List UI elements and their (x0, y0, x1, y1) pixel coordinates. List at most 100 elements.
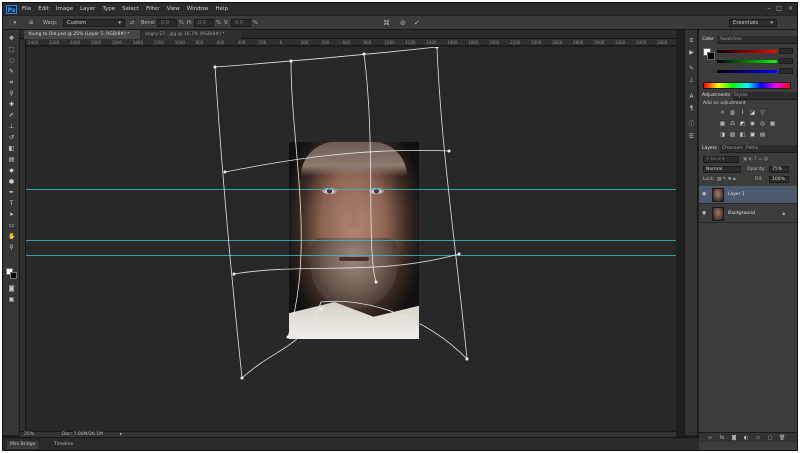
invert-icon[interactable]: ◨ (719, 132, 726, 138)
tab-swatches[interactable]: Swatches (717, 36, 745, 44)
properties-panel-icon[interactable]: ☰ (688, 134, 695, 140)
commit-check-icon[interactable]: ✓ (414, 19, 420, 28)
actions-panel-icon[interactable]: ▶ (688, 50, 695, 56)
bend-field[interactable]: 0.0 (157, 19, 177, 27)
marquee-tool-icon[interactable]: ⬚ (8, 47, 15, 53)
horizontal-ruler[interactable]: 2400 2200 2000 1800 1600 1400 1200 1000 800 600 40… (26, 39, 676, 46)
dodge-tool-icon[interactable]: ● (8, 179, 15, 185)
menu-type[interactable]: Type (102, 6, 115, 12)
reference-point-icon[interactable]: ⌘ (383, 19, 390, 28)
brush-tool-icon[interactable]: ✐ (8, 113, 15, 119)
lock-icons[interactable]: ▨ ✎ ✥ 🔒︎ (717, 176, 735, 183)
path-selection-tool-icon[interactable]: ➤ (8, 212, 15, 218)
exposure-icon[interactable]: ◪ (749, 110, 756, 116)
menu-layer[interactable]: Layer (80, 6, 95, 12)
tab-angry[interactable]: angry-27...jpg @ 16.7% (RGB/8#) * (141, 30, 241, 39)
hue-saturation-icon[interactable]: ▦ (719, 121, 726, 127)
document-canvas[interactable] (26, 47, 676, 431)
layer-filter-icons[interactable]: ▣ ◐ T ▭ ▤ (743, 156, 768, 163)
threshold-icon[interactable]: ◧ (739, 132, 746, 138)
red-slider[interactable] (717, 50, 777, 53)
brush-panel-icon[interactable]: ✎ (688, 66, 695, 72)
minimize-icon[interactable]: – (767, 5, 770, 12)
visibility-eye-icon[interactable]: ◉ (702, 211, 707, 216)
warp-grid-icon[interactable]: ⊞ (29, 19, 33, 28)
menu-image[interactable]: Image (56, 6, 73, 12)
tab-color[interactable]: Color (699, 36, 717, 44)
color-ramp[interactable] (703, 82, 791, 89)
tab-mini-bridge[interactable]: Mini Bridge (7, 441, 39, 449)
lasso-tool-icon[interactable]: ◌ (8, 58, 15, 64)
levels-icon[interactable]: ▥ (729, 110, 736, 116)
pen-tool-icon[interactable]: ✒ (8, 190, 15, 196)
eraser-tool-icon[interactable]: ◧ (8, 146, 15, 152)
new-layer-icon[interactable]: ▢ (767, 435, 773, 441)
clone-source-panel-icon[interactable]: ⊥ (688, 78, 695, 84)
paragraph-panel-icon[interactable]: ¶ (688, 106, 695, 112)
h-distortion-field[interactable]: 0.0 (194, 19, 214, 27)
tab-styles[interactable]: Styles (731, 92, 751, 100)
blue-slider[interactable] (717, 70, 777, 73)
background-color-swatch[interactable] (10, 272, 17, 279)
move-tool-icon[interactable]: ✥ (8, 36, 15, 42)
screen-mode-icon[interactable]: ▣ (8, 297, 15, 303)
maximize-icon[interactable]: □ (776, 5, 782, 12)
warp-mesh[interactable] (26, 47, 676, 431)
selective-color-icon[interactable]: ▣ (749, 132, 756, 138)
healing-brush-tool-icon[interactable]: ✚ (8, 102, 15, 108)
change-orientation-icon[interactable]: ⇄ (130, 19, 134, 28)
type-tool-icon[interactable]: T (8, 201, 15, 207)
blend-mode-dropdown[interactable]: Normal (703, 166, 741, 173)
tab-young-to-old[interactable]: Young to Old.psd @ 25% (Layer 1, RGB/8#)… (24, 30, 140, 39)
character-panel-icon[interactable]: A (688, 94, 695, 100)
cancel-icon[interactable]: ⊘ (400, 19, 406, 28)
zoom-tool-icon[interactable]: ⚲ (8, 245, 15, 251)
posterize-icon[interactable]: ▨ (729, 132, 736, 138)
clone-stamp-tool-icon[interactable]: ⊥ (8, 124, 15, 130)
history-panel-icon[interactable]: ⧖ (688, 38, 695, 44)
color-balance-icon[interactable]: ⚖ (729, 121, 736, 127)
tab-paths[interactable]: Paths (743, 145, 761, 153)
blur-tool-icon[interactable]: ◆ (8, 168, 15, 174)
tab-channels[interactable]: Channels (719, 145, 746, 153)
tab-timeline[interactable]: Timeline (51, 441, 76, 449)
delete-layer-icon[interactable]: 🗑︎ (779, 435, 785, 441)
color-panel-background[interactable] (707, 52, 715, 60)
menu-edit[interactable]: Edit (38, 6, 49, 12)
brightness-contrast-icon[interactable]: ☼ (719, 110, 726, 116)
gradient-map-icon[interactable]: ▤ (759, 132, 766, 138)
color-lookup-icon[interactable]: ▦ (769, 121, 776, 127)
green-slider[interactable] (717, 60, 777, 63)
warp-style-dropdown[interactable]: Custom ▾ (63, 19, 125, 27)
menu-view[interactable]: View (167, 6, 180, 12)
black-white-icon[interactable]: ◩ (739, 121, 746, 127)
blue-value-field[interactable] (779, 68, 793, 74)
green-value-field[interactable] (779, 58, 793, 64)
shape-tool-icon[interactable]: ▭ (8, 223, 15, 229)
menu-select[interactable]: Select (122, 6, 139, 12)
close-icon[interactable]: × (788, 5, 793, 12)
layer-row-layer-1[interactable]: ◉ Layer 1 (699, 186, 797, 204)
new-group-icon[interactable]: ▭ (755, 435, 761, 441)
layer-filter-kind[interactable]: ⚲ Kind ▾ (703, 156, 739, 163)
link-layers-icon[interactable]: ∞ (707, 435, 713, 441)
quick-select-tool-icon[interactable]: ✎ (8, 69, 15, 75)
menu-window[interactable]: Window (187, 6, 209, 12)
history-brush-tool-icon[interactable]: ↺ (8, 135, 15, 141)
quick-mask-icon[interactable]: ◙ (8, 286, 15, 292)
menu-file[interactable]: File (22, 6, 31, 12)
opacity-field[interactable]: 75% (769, 166, 789, 173)
menu-filter[interactable]: Filter (146, 6, 160, 12)
red-value-field[interactable] (779, 48, 793, 54)
workspace-switcher[interactable]: Essentials ▾ (729, 19, 777, 27)
info-panel-icon[interactable]: ⓘ (688, 122, 695, 128)
visibility-eye-icon[interactable]: ◉ (702, 192, 707, 197)
layer-row-background[interactable]: ◉ Background 🔒︎ (699, 205, 797, 223)
tab-adjustments[interactable]: Adjustments (699, 92, 734, 100)
photo-filter-icon[interactable]: ◉ (749, 121, 756, 127)
tool-preset-icon[interactable]: ⬚▾ (9, 19, 16, 28)
menu-help[interactable]: Help (215, 6, 228, 12)
curves-icon[interactable]: ⌇ (739, 110, 746, 116)
v-distortion-field[interactable]: 0.0 (231, 19, 251, 27)
layer-style-icon[interactable]: fx (719, 435, 725, 441)
